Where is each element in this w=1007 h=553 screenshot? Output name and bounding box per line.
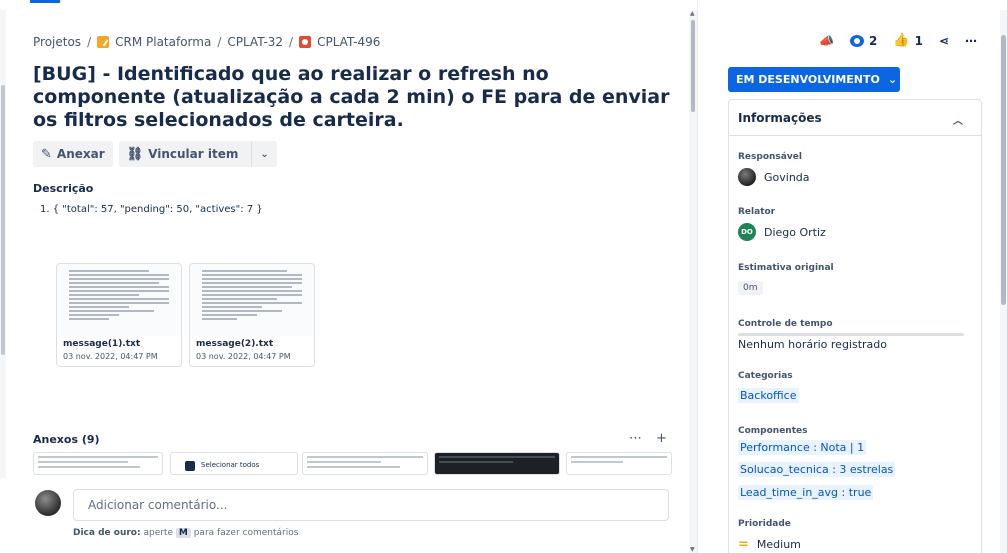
eye-icon bbox=[850, 34, 865, 47]
reporter-label: Relator bbox=[738, 207, 776, 217]
file-card[interactable]: message(1).txt 03 nov. 2022, 04:47 PM bbox=[56, 263, 182, 367]
components-label: Componentes bbox=[738, 426, 808, 436]
attachment-thumbnail[interactable]: Selecionar todos bbox=[170, 452, 298, 475]
watch-button[interactable]: 2 bbox=[850, 34, 877, 48]
priority-field[interactable]: = Medium bbox=[738, 537, 801, 552]
ellipsis-icon[interactable]: ⋯ bbox=[629, 431, 642, 446]
side-scrollbar-thumb[interactable] bbox=[1001, 35, 1006, 305]
time-tracking-value[interactable]: Nenhum horário registrado bbox=[738, 338, 887, 351]
info-header[interactable]: Informações ︿ bbox=[729, 100, 981, 136]
project-icon bbox=[97, 36, 110, 48]
scroll-up-icon[interactable]: ▲ bbox=[690, 10, 695, 17]
thumbs-up-icon: 👍 bbox=[893, 33, 910, 48]
plus-icon[interactable]: + bbox=[656, 431, 667, 446]
reporter-name: Diego Ortiz bbox=[764, 225, 826, 239]
chevron-down-icon[interactable]: ⌄ bbox=[251, 141, 276, 167]
priority-value: Medium bbox=[756, 538, 801, 551]
assignee-name: Govinda bbox=[764, 170, 810, 184]
issue-actions: ✎ Anexar ⛓ Vincular item ⌄ bbox=[33, 141, 277, 167]
issue-main-panel: Projetos / CRM Plataforma / CPLAT-32 / C… bbox=[0, 0, 689, 553]
main-scrollbar-thumb[interactable] bbox=[691, 20, 695, 112]
more-icon[interactable]: ⋯ bbox=[965, 34, 977, 48]
paperclip-icon: ✎ bbox=[41, 146, 52, 162]
priority-label: Prioridade bbox=[738, 519, 791, 529]
file-preview bbox=[57, 264, 181, 336]
side-scrollbar[interactable] bbox=[1000, 10, 1007, 553]
scroll-down-icon[interactable]: ▼ bbox=[690, 546, 695, 553]
priority-medium-icon: = bbox=[738, 537, 749, 552]
tip-prefix: Dica de ouro: bbox=[73, 528, 141, 538]
breadcrumb-separator: / bbox=[217, 35, 222, 49]
reporter-field[interactable]: DO Diego Ortiz bbox=[738, 223, 826, 241]
comment-input[interactable]: Adicionar comentário... bbox=[73, 489, 669, 521]
checkbox-icon bbox=[185, 461, 195, 471]
tip-before: aperte bbox=[143, 528, 173, 538]
status-dropdown[interactable]: EM DESENVOLVIMENTO ⌄ bbox=[728, 67, 900, 92]
avatar: DO bbox=[738, 223, 756, 241]
issue-title[interactable]: [BUG] - Identificado que ao realizar o r… bbox=[33, 63, 673, 132]
issue-toolbar: 📣 2 👍 1 ⋖ ⋯ bbox=[819, 33, 977, 48]
component-tag[interactable]: Lead_time_in_avg : true bbox=[738, 485, 874, 500]
avatar bbox=[35, 490, 61, 516]
link-icon: ⛓ bbox=[126, 146, 144, 162]
breadcrumb-issue[interactable]: CPLAT-496 bbox=[317, 35, 380, 49]
time-tracking-bar[interactable] bbox=[738, 333, 964, 336]
link-item-label: Vincular item bbox=[148, 147, 239, 161]
chevron-up-icon[interactable]: ︿ bbox=[953, 112, 963, 127]
file-date: 03 nov. 2022, 04:47 PM bbox=[196, 352, 291, 361]
details-side-panel: 📣 2 👍 1 ⋖ ⋯ EM DESENVOLVIMENTO ⌄ Informa… bbox=[697, 0, 1007, 553]
share-icon[interactable]: ⋖ bbox=[939, 34, 949, 48]
time-tracking-label: Controle de tempo bbox=[738, 319, 833, 329]
description-text[interactable]: 1. { "total": 57, "pending": 50, "active… bbox=[40, 204, 263, 215]
breadcrumb-parent[interactable]: CPLAT-32 bbox=[227, 35, 283, 49]
breadcrumb-project[interactable]: CRM Plataforma bbox=[115, 35, 211, 49]
attachments-controls: ⋯ + bbox=[629, 431, 667, 446]
link-item-button[interactable]: ⛓ Vincular item ⌄ bbox=[118, 141, 277, 167]
assignee-label: Responsável bbox=[738, 152, 802, 162]
assignee-field[interactable]: Govinda bbox=[738, 168, 810, 186]
categories-label: Categorias bbox=[738, 371, 793, 381]
attachments-heading: Anexos (9) bbox=[33, 433, 100, 446]
attachment-thumbnail[interactable] bbox=[33, 452, 163, 475]
bug-icon bbox=[299, 36, 312, 48]
component-tag[interactable]: Solucao_tecnica : 3 estrelas bbox=[738, 462, 896, 477]
estimate-value[interactable]: 0m bbox=[738, 281, 763, 295]
chevron-down-icon: ⌄ bbox=[887, 73, 898, 86]
watch-count: 2 bbox=[869, 33, 878, 48]
attach-label: Anexar bbox=[56, 147, 105, 161]
vote-count: 1 bbox=[914, 33, 923, 48]
attach-button[interactable]: ✎ Anexar bbox=[33, 141, 113, 167]
info-section: Informações ︿ Responsável Govinda Relato… bbox=[728, 99, 982, 553]
vote-button[interactable]: 👍 1 bbox=[893, 33, 923, 48]
attachment-thumbnail[interactable] bbox=[566, 452, 672, 475]
megaphone-icon[interactable]: 📣 bbox=[819, 34, 834, 48]
attachment-label: Selecionar todos bbox=[201, 461, 260, 469]
left-scrollbar[interactable] bbox=[0, 10, 6, 478]
breadcrumb-separator: / bbox=[289, 35, 294, 49]
link-item-main[interactable]: ⛓ Vincular item bbox=[119, 141, 247, 167]
status-label: EM DESENVOLVIMENTO bbox=[736, 73, 880, 86]
file-card[interactable]: message(2).txt 03 nov. 2022, 04:47 PM bbox=[189, 263, 315, 367]
attachment-thumbnail[interactable] bbox=[434, 452, 560, 475]
main-scrollbar[interactable]: ▲ ▼ bbox=[689, 10, 697, 553]
attachment-thumbnail[interactable] bbox=[302, 452, 428, 475]
tip-after: para fazer comentários bbox=[193, 528, 299, 538]
description-heading: Descrição bbox=[33, 182, 94, 195]
avatar bbox=[738, 168, 756, 186]
category-tag[interactable]: Backoffice bbox=[738, 388, 799, 403]
breadcrumb: Projetos / CRM Plataforma / CPLAT-32 / C… bbox=[33, 35, 380, 49]
info-title: Informações bbox=[738, 111, 822, 125]
comment-tip: Dica de ouro: aperte M para fazer coment… bbox=[73, 528, 298, 538]
file-name: message(2).txt bbox=[196, 339, 274, 349]
breadcrumb-separator: / bbox=[87, 35, 92, 49]
file-name: message(1).txt bbox=[63, 339, 141, 349]
comment-row: Adicionar comentário... bbox=[33, 487, 673, 525]
file-preview bbox=[190, 264, 314, 336]
estimate-label: Estimativa original bbox=[738, 263, 834, 273]
tip-key: M bbox=[175, 528, 191, 538]
component-tag[interactable]: Performance : Nota | 1 bbox=[738, 440, 867, 455]
file-date: 03 nov. 2022, 04:47 PM bbox=[63, 352, 158, 361]
left-scrollbar-thumb[interactable] bbox=[1, 85, 5, 355]
breadcrumb-projects[interactable]: Projetos bbox=[33, 35, 81, 49]
